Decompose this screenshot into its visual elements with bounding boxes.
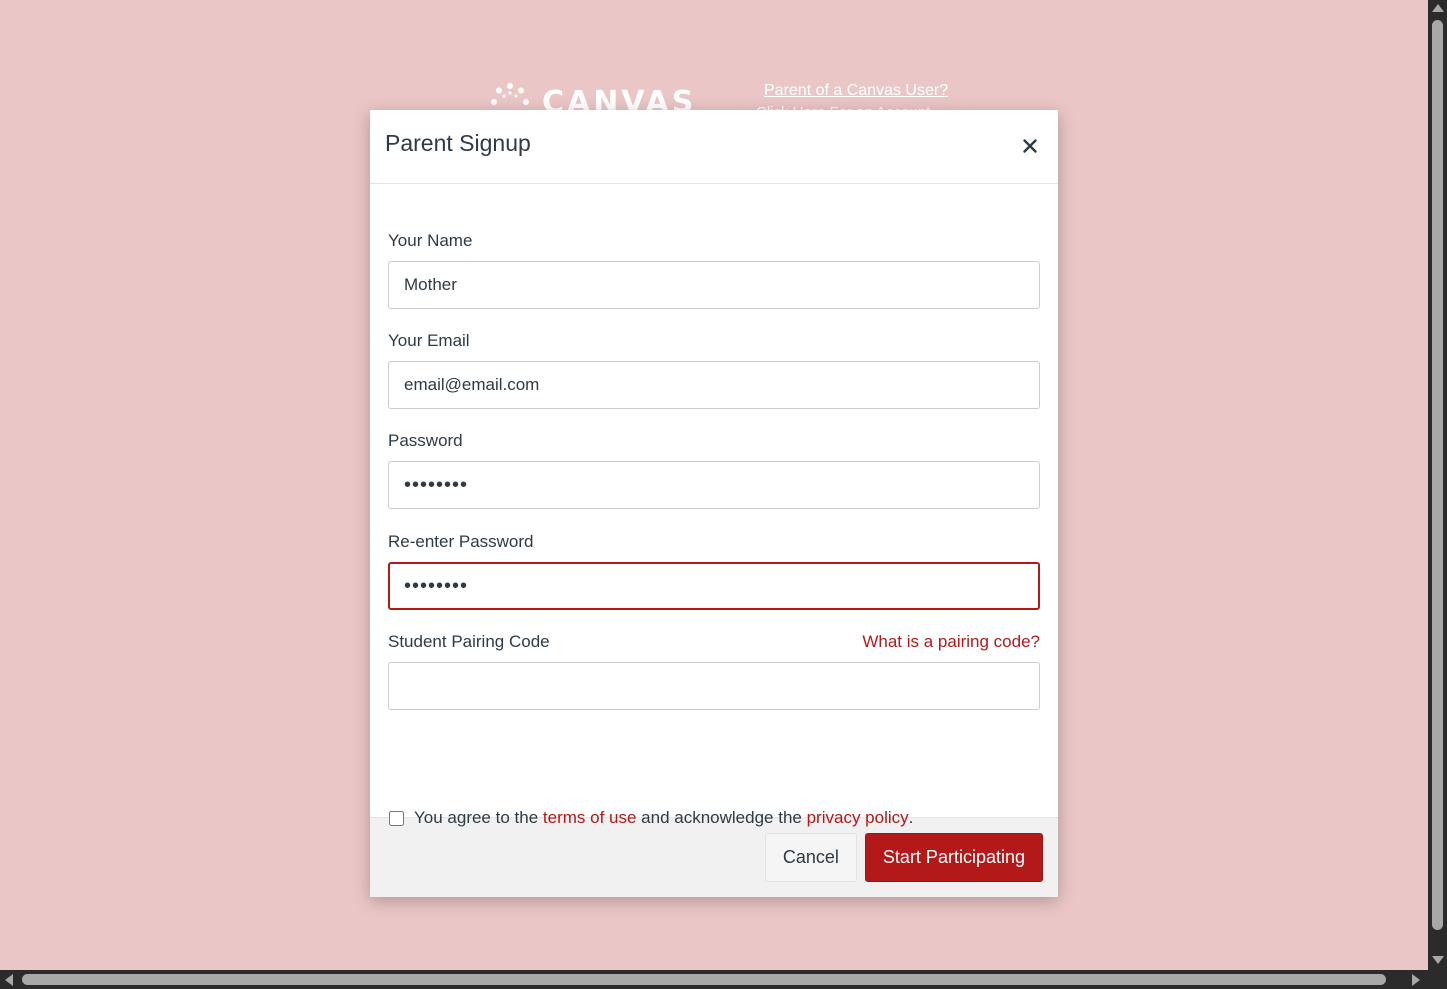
- terms-checkbox[interactable]: [389, 810, 404, 826]
- dialog-body: Your Name Your Email Password Re-enter P…: [370, 184, 1058, 827]
- close-button[interactable]: [1018, 134, 1042, 158]
- email-field-group: Your Email: [388, 331, 1040, 409]
- privacy-policy-link[interactable]: privacy policy: [807, 808, 909, 828]
- agree-suffix-text: .: [908, 808, 914, 827]
- scroll-up-arrow-icon[interactable]: [1432, 4, 1444, 12]
- vertical-scrollbar[interactable]: [1428, 0, 1447, 970]
- terms-agreement-row: You agree to the terms of use and acknow…: [388, 808, 913, 828]
- scroll-right-arrow-icon[interactable]: [1412, 974, 1420, 986]
- password-input[interactable]: [388, 461, 1040, 509]
- pairing-code-help-link[interactable]: What is a pairing code?: [862, 632, 1040, 652]
- start-participating-button[interactable]: Start Participating: [864, 833, 1043, 882]
- pairing-code-field-group: Student Pairing Code What is a pairing c…: [388, 632, 1040, 710]
- agree-prefix-text: You agree to the: [414, 808, 539, 827]
- vertical-scroll-thumb[interactable]: [1432, 20, 1443, 930]
- password-field-group: Password: [388, 431, 1040, 509]
- reenter-password-input[interactable]: [388, 562, 1040, 610]
- dialog-footer: Cancel Start Participating: [370, 817, 1058, 897]
- reenter-password-label: Re-enter Password: [388, 532, 534, 551]
- parent-account-link[interactable]: Parent of a Canvas User?: [764, 82, 948, 100]
- email-input[interactable]: [388, 361, 1040, 409]
- agree-middle-text: and acknowledge the: [641, 808, 802, 827]
- cancel-button[interactable]: Cancel: [764, 833, 857, 882]
- password-label: Password: [388, 431, 463, 450]
- reenter-password-field-group: Re-enter Password: [388, 532, 1040, 610]
- scrollbar-corner: [1428, 970, 1447, 989]
- horizontal-scroll-thumb[interactable]: [22, 974, 1386, 985]
- scroll-down-arrow-icon[interactable]: [1432, 956, 1444, 964]
- pairing-code-label-row: Student Pairing Code What is a pairing c…: [388, 632, 1040, 652]
- terms-of-use-link[interactable]: terms of use: [543, 808, 637, 828]
- pairing-code-input[interactable]: [388, 662, 1040, 710]
- close-icon: [1023, 139, 1037, 153]
- name-label: Your Name: [388, 231, 473, 250]
- pairing-code-label: Student Pairing Code: [388, 632, 550, 651]
- email-label: Your Email: [388, 331, 470, 350]
- dialog-header: Parent Signup: [370, 110, 1058, 184]
- parent-signup-dialog: Parent Signup Your Name Your Email Passw…: [370, 110, 1058, 897]
- name-input[interactable]: [388, 261, 1040, 309]
- horizontal-scrollbar[interactable]: [0, 970, 1428, 989]
- scroll-left-arrow-icon[interactable]: [5, 974, 13, 986]
- dialog-title: Parent Signup: [385, 130, 531, 156]
- name-field-group: Your Name: [388, 231, 1040, 309]
